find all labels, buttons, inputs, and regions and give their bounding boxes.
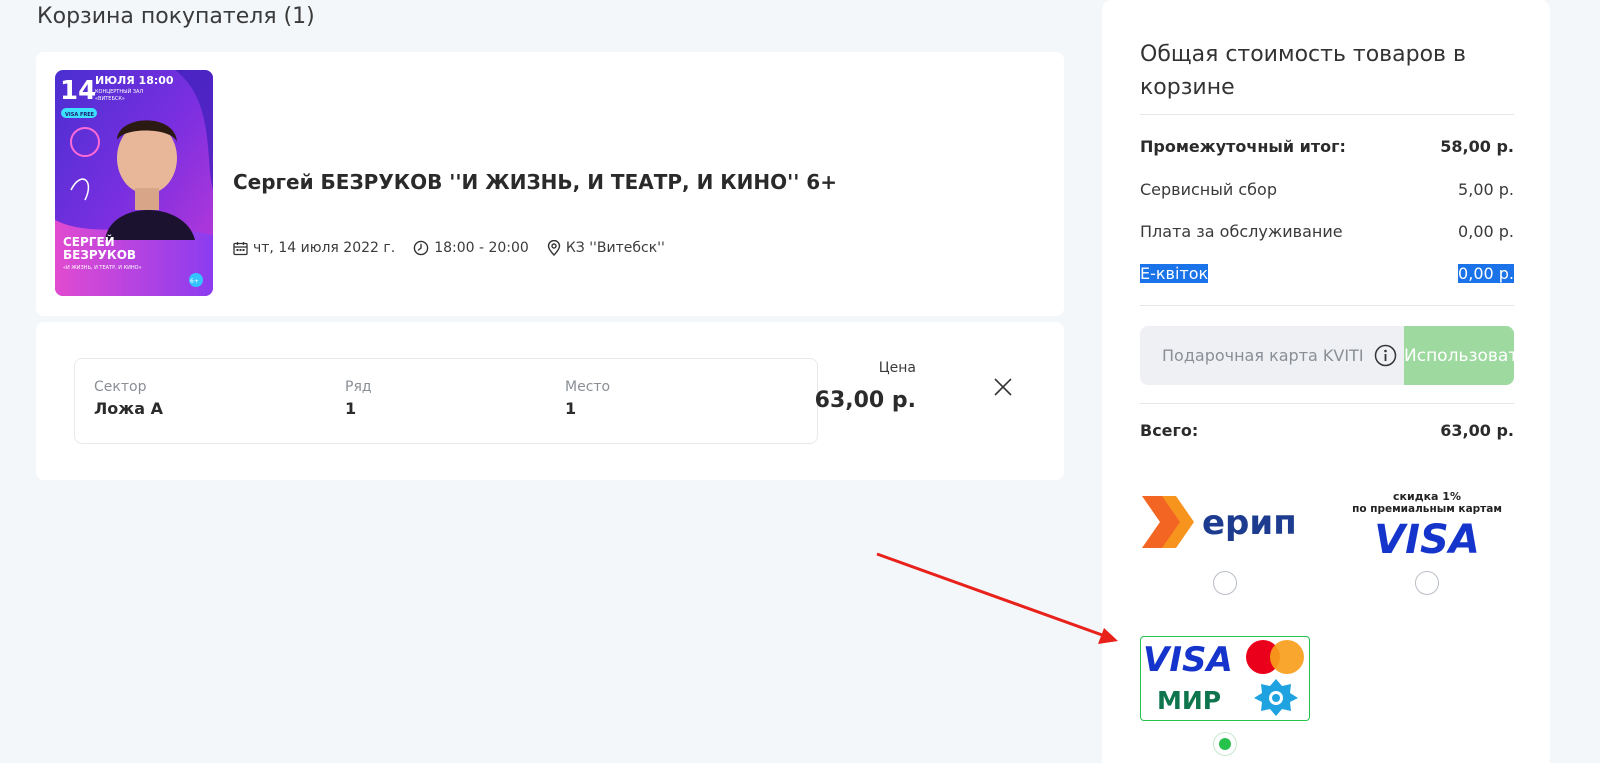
visa-promo-radio[interactable] bbox=[1415, 571, 1439, 595]
divider bbox=[1140, 403, 1514, 404]
event-poster[interactable]: 14 ИЮЛЯ 18:00 КОНЦЕРТНЫЙ ЗАЛ «ВИТЕБСК» V… bbox=[55, 70, 213, 296]
visa-promo-payment-option[interactable]: скидка 1% по премиальным картам VISA bbox=[1342, 490, 1512, 563]
erip-logo: ерип bbox=[1142, 496, 1297, 548]
gift-card-form: Использовать bbox=[1140, 326, 1514, 385]
seat-info: Сектор Ложа А Ряд 1 Место 1 bbox=[74, 358, 818, 444]
total-row: Всего: 63,00 р. bbox=[1140, 421, 1514, 440]
event-time-text: 18:00 - 20:00 bbox=[434, 240, 529, 256]
maintenance-fee-label: Плата за обслуживание bbox=[1140, 222, 1343, 241]
event-title[interactable]: Сергей БЕЗРУКОВ ''И ЖИЗНЬ, И ТЕАТР, И КИ… bbox=[233, 170, 837, 194]
maintenance-fee-value: 0,00 р. bbox=[1458, 222, 1514, 241]
subtotal-value: 58,00 р. bbox=[1440, 137, 1514, 156]
price-label: Цена bbox=[878, 360, 916, 376]
cart-title: Корзина покупателя (1) bbox=[37, 4, 315, 29]
divider bbox=[1140, 305, 1514, 306]
order-summary: Общая стоимость товаров в корзине Промеж… bbox=[1102, 0, 1550, 763]
sector-col: Сектор Ложа А bbox=[94, 379, 163, 418]
event-meta: чт, 14 июля 2022 г. 18:00 - 20:00 КЗ ''В… bbox=[233, 240, 665, 256]
visa-promo-logo: скидка 1% по премиальным картам VISA bbox=[1352, 490, 1502, 563]
poster-venue-line1: КОНЦЕРТНЫЙ ЗАЛ bbox=[95, 88, 143, 95]
subtotal-row: Промежуточный итог: 58,00 р. bbox=[1140, 137, 1514, 156]
sector-value: Ложа А bbox=[94, 399, 163, 418]
service-fee-value: 5,00 р. bbox=[1458, 180, 1514, 199]
erip-payment-option[interactable]: ерип bbox=[1140, 492, 1320, 558]
clock-icon bbox=[413, 240, 429, 256]
summary-title: Общая стоимость товаров в корзине bbox=[1140, 42, 1466, 100]
subtotal-label: Промежуточный итог: bbox=[1140, 137, 1346, 156]
event-venue: КЗ ''Витебск'' bbox=[547, 240, 665, 256]
row-value: 1 bbox=[345, 399, 357, 418]
location-pin-icon bbox=[547, 240, 561, 256]
poster-date-text: ИЮЛЯ 18:00 bbox=[95, 74, 174, 87]
service-fee-row: Сервисный сбор 5,00 р. bbox=[1140, 180, 1514, 199]
remove-ticket-button[interactable] bbox=[990, 374, 1016, 400]
poster-age: 6+ bbox=[190, 278, 199, 285]
seat-label: Место bbox=[565, 379, 611, 395]
cards-payment-option[interactable]: VISA МИР bbox=[1140, 636, 1310, 721]
erip-radio[interactable] bbox=[1213, 571, 1237, 595]
poster-name-line2: БЕЗРУКОВ bbox=[63, 248, 136, 262]
event-card: 14 ИЮЛЯ 18:00 КОНЦЕРТНЫЙ ЗАЛ «ВИТЕБСК» V… bbox=[36, 52, 1064, 316]
divider bbox=[1140, 114, 1514, 115]
poster-subtitle: «И ЖИЗНЬ, И ТЕАТР, И КИНО» bbox=[63, 265, 142, 271]
info-icon[interactable] bbox=[1374, 344, 1397, 367]
total-value: 63,00 р. bbox=[1440, 421, 1514, 440]
cards-logo: VISA МИР bbox=[1143, 640, 1304, 716]
poster-badge: VISA FREE bbox=[65, 112, 95, 118]
cards-radio[interactable] bbox=[1213, 732, 1237, 756]
row-col: Ряд 1 bbox=[345, 379, 372, 418]
poster-venue-line2: «ВИТЕБСК» bbox=[95, 96, 125, 102]
cards-visa-label: VISA bbox=[1143, 640, 1233, 680]
apply-gift-card-button[interactable]: Использовать bbox=[1404, 326, 1514, 385]
price-value: 63,00 р. bbox=[814, 388, 916, 413]
gift-card-input[interactable] bbox=[1140, 326, 1390, 385]
calendar-icon bbox=[233, 241, 248, 255]
maintenance-fee-row: Плата за обслуживание 0,00 р. bbox=[1140, 222, 1514, 241]
poster-image: 14 ИЮЛЯ 18:00 КОНЦЕРТНЫЙ ЗАЛ «ВИТЕБСК» V… bbox=[55, 70, 213, 296]
poster-date-num: 14 bbox=[60, 76, 96, 106]
visa-promo-label: VISA bbox=[1374, 517, 1480, 556]
event-time: 18:00 - 20:00 bbox=[413, 240, 529, 256]
seat-col: Место 1 bbox=[565, 379, 610, 418]
event-date: чт, 14 июля 2022 г. bbox=[233, 240, 395, 256]
eticket-value: 0,00 р. bbox=[1458, 264, 1514, 283]
visa-promo-line2: по премиальным картам bbox=[1352, 503, 1502, 515]
close-icon bbox=[994, 378, 1012, 396]
event-venue-text: КЗ ''Витебск'' bbox=[565, 240, 665, 256]
poster-name-line1: СЕРГЕЙ bbox=[63, 234, 115, 249]
erip-label: ерип bbox=[1202, 503, 1297, 543]
cards-mir-label: МИР bbox=[1157, 686, 1221, 715]
eticket-row: Е-квіток 0,00 р. bbox=[1140, 264, 1514, 283]
service-fee-label: Сервисный сбор bbox=[1140, 180, 1277, 199]
visa-promo-line1: скидка 1% bbox=[1393, 490, 1461, 503]
total-label: Всего: bbox=[1140, 421, 1199, 440]
row-label: Ряд bbox=[345, 379, 372, 395]
seat-value: 1 bbox=[565, 399, 577, 418]
event-date-text: чт, 14 июля 2022 г. bbox=[253, 240, 396, 256]
sector-label: Сектор bbox=[94, 379, 147, 395]
ticket-card: Сектор Ложа А Ряд 1 Место 1 Цена 63,00 р… bbox=[36, 322, 1064, 480]
eticket-label: Е-квіток bbox=[1140, 264, 1209, 283]
